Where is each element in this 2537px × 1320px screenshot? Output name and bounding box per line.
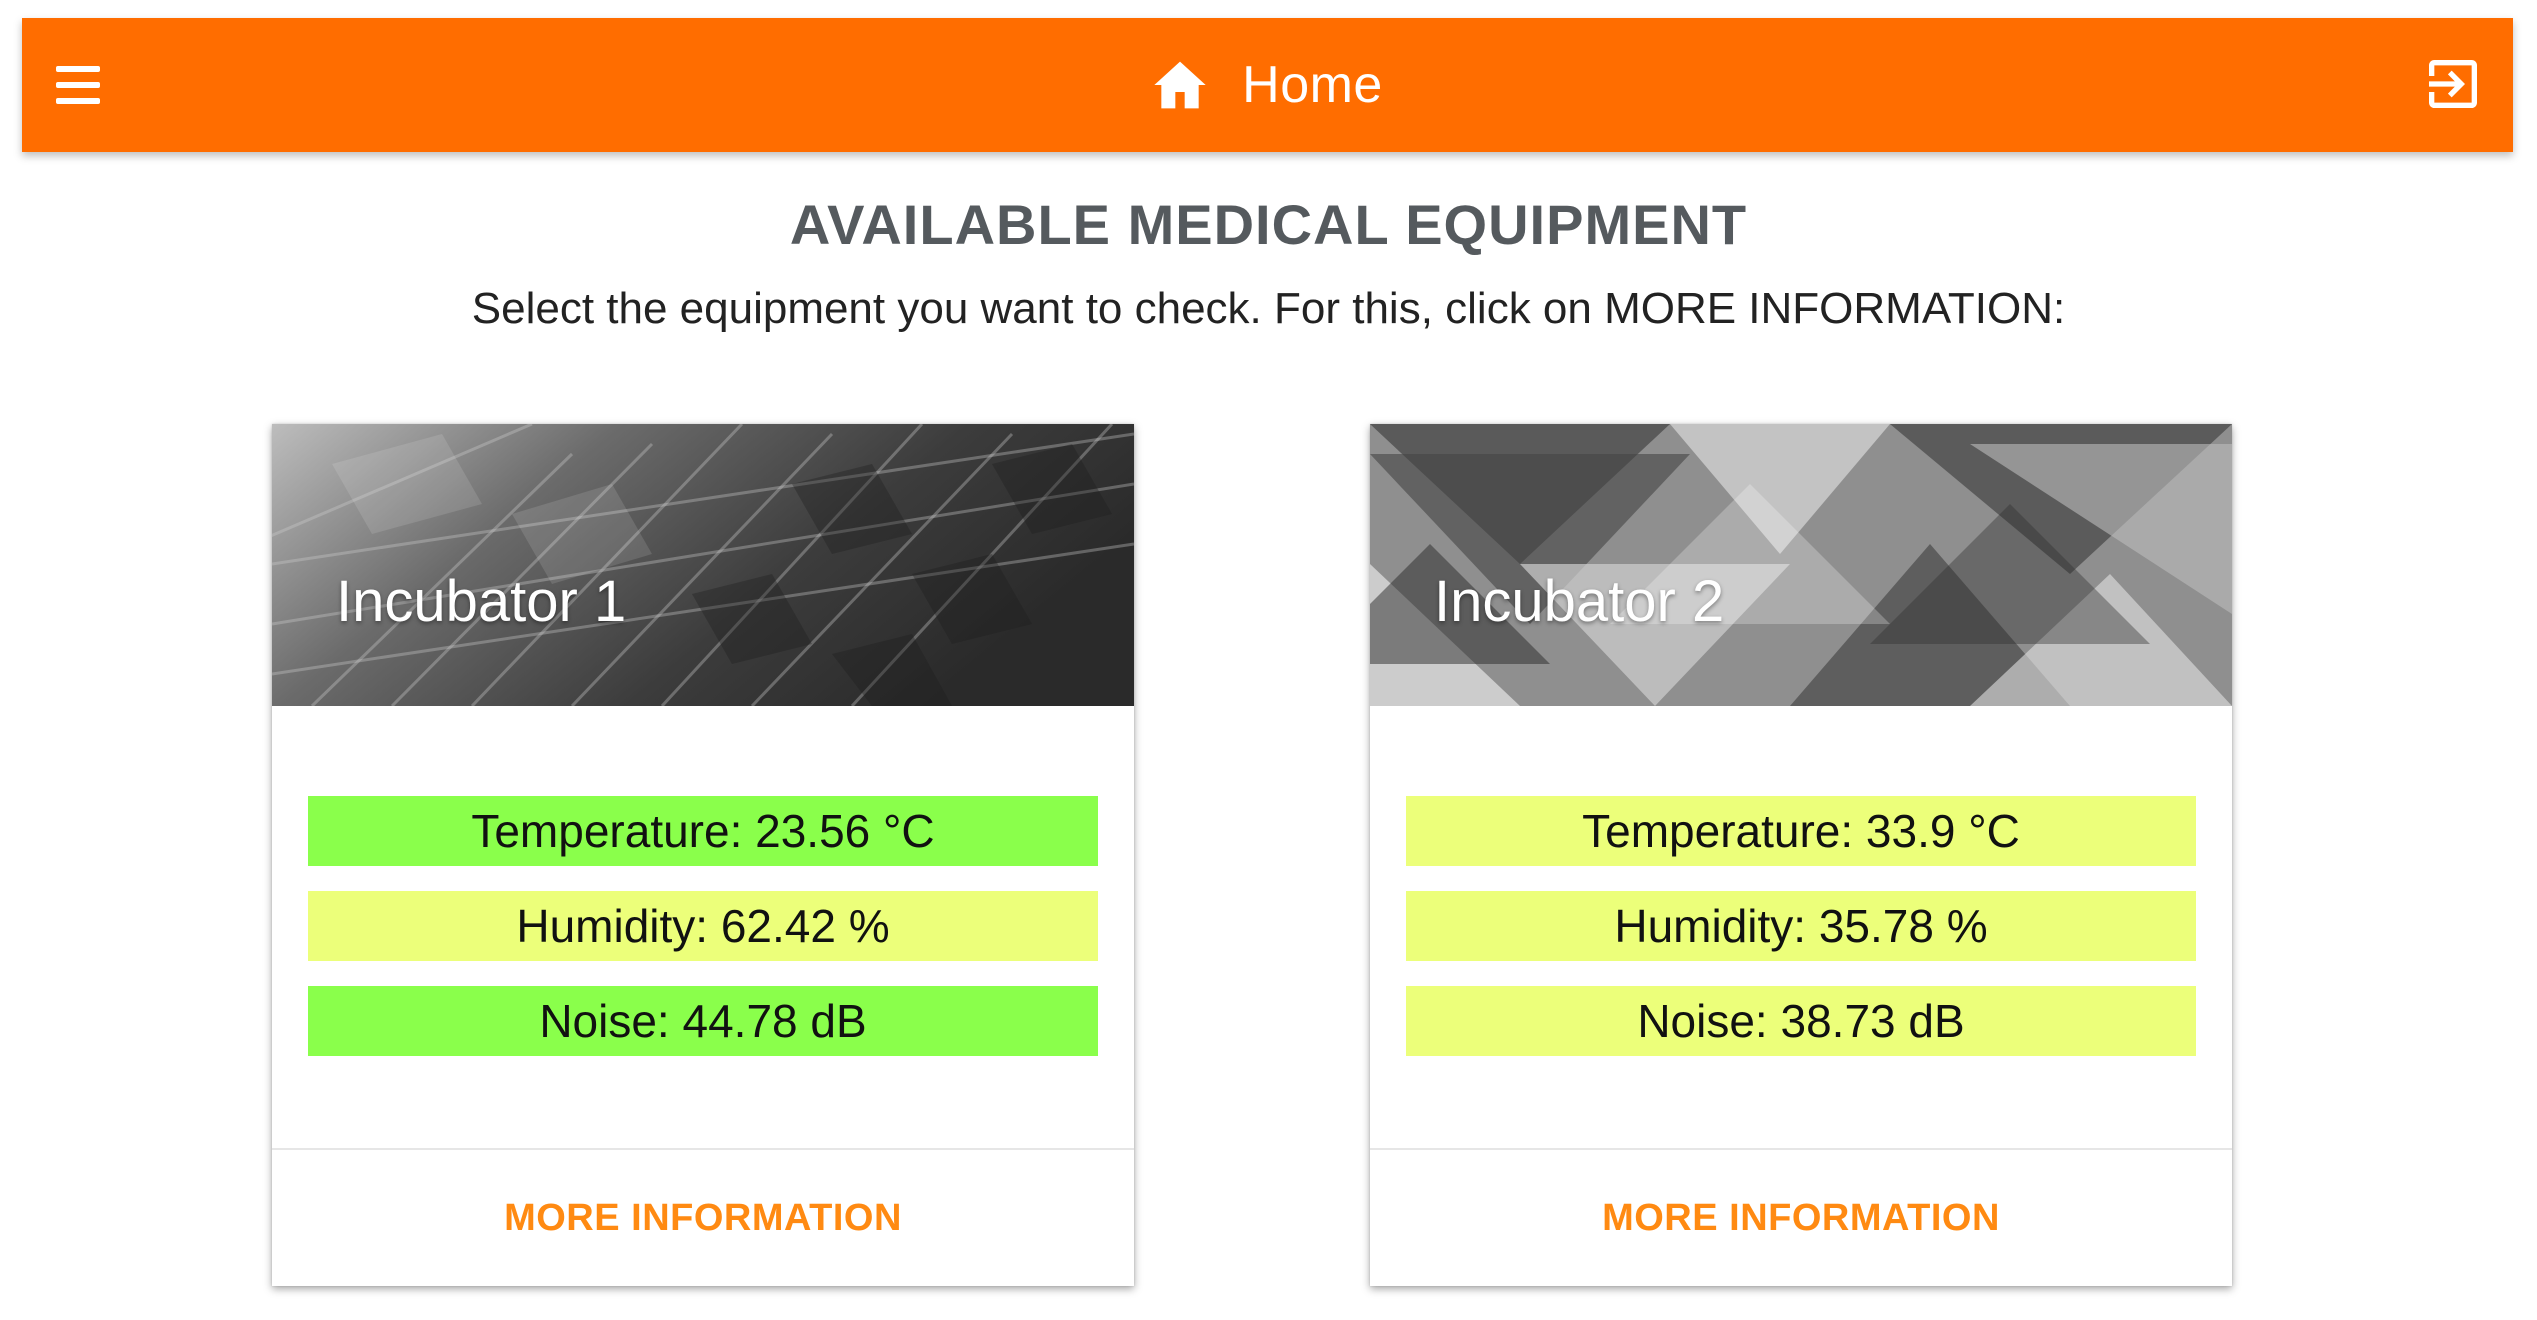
noise-reading: Noise: 38.73 dB bbox=[1406, 986, 2196, 1056]
readings-list: Temperature: 33.9 °C Humidity: 35.78 % N… bbox=[1406, 796, 2196, 1081]
more-information-button[interactable]: MORE INFORMATION bbox=[1370, 1150, 2232, 1286]
page-title: AVAILABLE MEDICAL EQUIPMENT bbox=[789, 193, 1748, 256]
readings-list: Temperature: 23.56 °C Humidity: 62.42 % … bbox=[308, 796, 1098, 1081]
humidity-reading: Humidity: 35.78 % bbox=[1406, 891, 2196, 961]
home-icon bbox=[1152, 59, 1208, 111]
card-title: Incubator 2 bbox=[1434, 569, 1725, 634]
logout-icon[interactable] bbox=[2421, 52, 2485, 116]
more-information-button[interactable]: MORE INFORMATION bbox=[272, 1150, 1134, 1286]
card-title: Incubator 1 bbox=[336, 569, 627, 634]
page: Home AVAILABLE MEDICAL EQUIPMENT Select … bbox=[0, 0, 2537, 1320]
page-subtitle: Select the equipment you want to check. … bbox=[471, 284, 2066, 333]
humidity-reading: Humidity: 62.42 % bbox=[308, 891, 1098, 961]
equipment-card-incubator-1: Incubator 1 Temperature: 23.56 °C Humidi… bbox=[272, 424, 1134, 1286]
card-image: Incubator 1 bbox=[272, 424, 1134, 706]
header-title: Home bbox=[1242, 56, 1383, 114]
card-image: Incubator 2 bbox=[1370, 424, 2232, 706]
temperature-reading: Temperature: 23.56 °C bbox=[308, 796, 1098, 866]
app-header: Home bbox=[22, 18, 2513, 152]
header-title-group: Home bbox=[22, 18, 2513, 152]
temperature-reading: Temperature: 33.9 °C bbox=[1406, 796, 2196, 866]
noise-reading: Noise: 44.78 dB bbox=[308, 986, 1098, 1056]
equipment-card-incubator-2: Incubator 2 Temperature: 33.9 °C Humidit… bbox=[1370, 424, 2232, 1286]
